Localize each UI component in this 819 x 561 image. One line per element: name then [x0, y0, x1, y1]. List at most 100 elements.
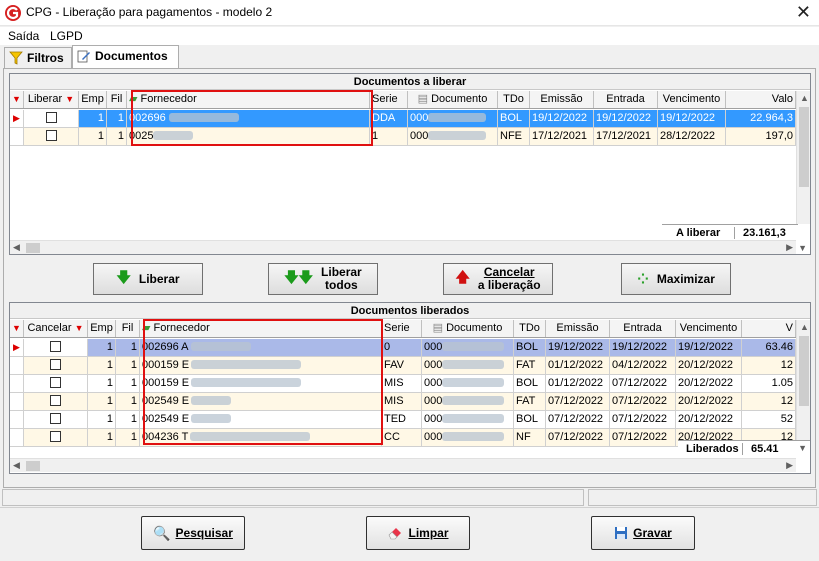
cell-emp: 1	[79, 110, 107, 128]
table-row[interactable]: 1 1 0025 1 000 NFE 17/12/2021 17/12/2021…	[10, 128, 796, 146]
row-indicator	[10, 393, 24, 411]
col-fornecedor[interactable]: ▰ Fornecedor	[140, 320, 382, 337]
cancelar-checkbox[interactable]	[24, 393, 88, 411]
cell-emp: 1	[88, 339, 116, 357]
cell-entrada: 07/12/2022	[610, 411, 676, 429]
menu-saida[interactable]: Saída	[8, 29, 39, 43]
col-entrada[interactable]: Entrada	[594, 91, 658, 108]
col-emissao[interactable]: Emissão	[546, 320, 610, 337]
cell-fornecedor: 000159 E	[140, 375, 382, 393]
cell-emissao: 07/12/2022	[546, 429, 610, 447]
cell-fornecedor: 002696	[127, 110, 370, 128]
col-emissao[interactable]: Emissão	[530, 91, 594, 108]
cancelar-checkbox[interactable]	[24, 375, 88, 393]
col-fil[interactable]: Fil	[116, 320, 140, 337]
documents-page: Documentos a liberar ▼ Liberar ▼ Emp Fil…	[3, 68, 816, 488]
cell-documento: 000	[422, 339, 514, 357]
col-entrada[interactable]: Entrada	[610, 320, 676, 337]
col-tdo[interactable]: TDo	[498, 91, 530, 108]
cell-emissao: 07/12/2022	[546, 411, 610, 429]
table-row[interactable]: 1 1 000159 E MIS 000 BOL 01/12/2022 07/12/2022 2…	[10, 375, 796, 393]
col-fil[interactable]: Fil	[107, 91, 127, 108]
col-liberar[interactable]: Liberar ▼	[24, 91, 79, 108]
sort-indicator-icon[interactable]: ▼	[10, 91, 24, 108]
cell-vencimento: 20/12/2022	[676, 393, 742, 411]
table-row[interactable]: 1 1 000159 E FAV 000 FAT 01/12/2022 04/12/2022 2…	[10, 357, 796, 375]
eraser-icon	[389, 528, 402, 540]
cancelar-checkbox[interactable]	[24, 357, 88, 375]
horizontal-scrollbar[interactable]: ◀ ▶	[10, 458, 796, 472]
col-valor[interactable]: V	[742, 320, 796, 337]
cancelar-liberacao-button[interactable]: 🡅 Cancelar a liberação	[443, 263, 553, 295]
tab-filtros[interactable]: Filtros	[4, 47, 72, 69]
liberar-todos-button[interactable]: 🡇🡇 Liberar todos	[268, 263, 378, 295]
arrow-down-icon: 🡇	[116, 269, 131, 285]
scroll-up-icon[interactable]: ▲	[800, 93, 809, 103]
liberar-checkbox[interactable]	[24, 110, 79, 128]
cell-serie: FAV	[382, 357, 422, 375]
money-icon: ▰	[142, 322, 151, 334]
cell-tdo: NFE	[498, 128, 530, 146]
scroll-up-icon[interactable]: ▲	[800, 322, 809, 332]
cell-serie: 0	[382, 339, 422, 357]
cell-documento: 000	[408, 128, 498, 146]
cancelar-checkbox[interactable]	[24, 411, 88, 429]
maximizar-button[interactable]: ⁘ Maximizar	[621, 263, 731, 295]
cell-fornecedor: 002696 A	[140, 339, 382, 357]
vertical-scrollbar[interactable]: ▲	[796, 320, 810, 440]
col-documento[interactable]: ▤ Documento	[408, 91, 498, 108]
row-indicator	[10, 429, 24, 447]
close-icon[interactable]: ✕	[796, 2, 811, 22]
table-row[interactable]: ▶ 1 1 002696 DDA 000 BOL 19/12/2022 19/1…	[10, 110, 796, 128]
grid-header: ▼ Liberar ▼ Emp Fil ▰ Fornecedor Serie ▤…	[10, 91, 796, 109]
scroll-down-icon[interactable]: ▼	[798, 443, 807, 453]
cancelar-checkbox[interactable]	[24, 429, 88, 447]
cell-emissao: 19/12/2022	[546, 339, 610, 357]
tab-filtros-label: Filtros	[27, 51, 64, 65]
scroll-left-icon[interactable]: ◀	[13, 242, 20, 253]
col-serie[interactable]: Serie	[382, 320, 422, 337]
pesquisar-button[interactable]: 🔍 Pesquisar	[141, 516, 245, 550]
col-valor[interactable]: Valo	[726, 91, 796, 108]
col-documento[interactable]: ▤ Documento	[422, 320, 514, 337]
col-emp[interactable]: Emp	[88, 320, 116, 337]
scroll-right-icon[interactable]: ▶	[786, 242, 793, 253]
col-fornecedor[interactable]: ▰ Fornecedor	[127, 91, 370, 108]
row-pointer-icon: ▶	[10, 110, 24, 128]
scroll-left-icon[interactable]: ◀	[13, 460, 20, 471]
scroll-right-icon[interactable]: ▶	[786, 460, 793, 471]
col-vencimento[interactable]: Vencimento	[658, 91, 726, 108]
menu-lgpd[interactable]: LGPD	[50, 29, 83, 43]
table-row[interactable]: ▶ 1 1 002696 A 0 000 BOL 19/12/2022 19/12/2022 19…	[10, 339, 796, 357]
double-arrow-down-icon: 🡇🡇	[284, 269, 314, 285]
vertical-scrollbar[interactable]: ▲	[796, 91, 810, 224]
cell-fornecedor: 0025	[127, 128, 370, 146]
table-row[interactable]: 1 1 002549 E MIS 000 FAT 07/12/2022 07/12/2022 2…	[10, 393, 796, 411]
app-logo-icon	[5, 5, 21, 21]
dropdown-arrow-icon[interactable]: ▼	[65, 94, 74, 104]
cell-entrada: 04/12/2022	[610, 357, 676, 375]
table-row[interactable]: 1 1 002549 E TED 000 BOL 07/12/2022 07/12/2022 2…	[10, 411, 796, 429]
gravar-button[interactable]: Gravar	[591, 516, 695, 550]
limpar-button[interactable]: Limpar	[366, 516, 470, 550]
cell-fil: 1	[116, 339, 140, 357]
sort-indicator-icon[interactable]: ▼	[10, 320, 24, 337]
col-serie[interactable]: Serie	[370, 91, 408, 108]
col-tdo[interactable]: TDo	[514, 320, 546, 337]
cell-serie: MIS	[382, 393, 422, 411]
magnifier-icon: 🔍	[153, 524, 171, 541]
tab-documentos-label: Documentos	[95, 49, 168, 63]
cell-documento: 000	[422, 429, 514, 447]
liberar-checkbox[interactable]	[24, 128, 79, 146]
scroll-down-icon[interactable]: ▼	[798, 243, 807, 253]
horizontal-scrollbar[interactable]: ◀ ▶	[10, 240, 796, 254]
cell-valor: 63.46	[742, 339, 796, 357]
col-cancelar[interactable]: Cancelar ▼	[24, 320, 88, 337]
dropdown-arrow-icon[interactable]: ▼	[75, 323, 84, 333]
tab-documentos[interactable]: Documentos	[72, 45, 179, 69]
liberar-button[interactable]: 🡇 Liberar	[93, 263, 203, 295]
cell-fil: 1	[116, 411, 140, 429]
col-vencimento[interactable]: Vencimento	[676, 320, 742, 337]
col-emp[interactable]: Emp	[79, 91, 107, 108]
cancelar-checkbox[interactable]	[24, 339, 88, 357]
